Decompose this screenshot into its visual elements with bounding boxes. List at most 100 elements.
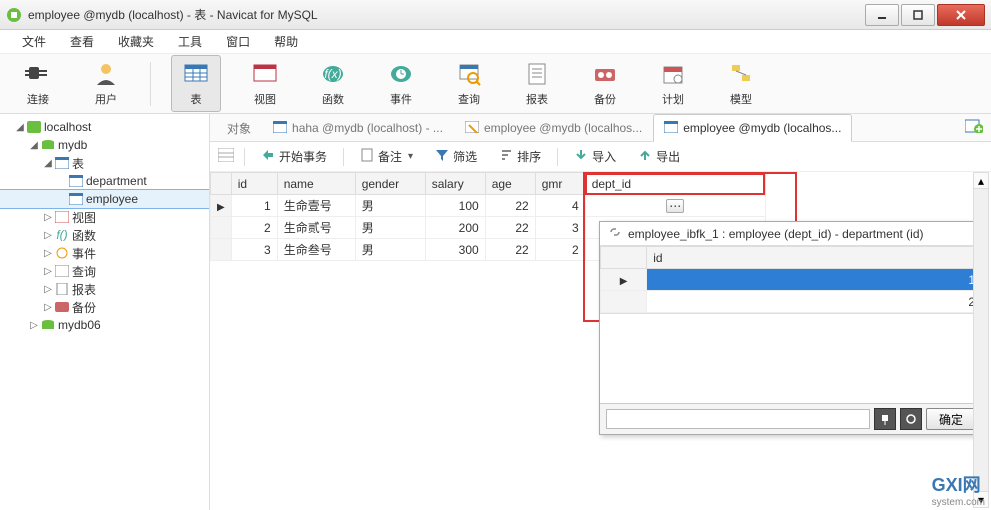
main-toolbar: 连接 用户 表 视图 f(x) 函数 事件 查询 报表 备份 计划 模型 [0, 54, 991, 114]
tree-tables-folder[interactable]: ◢ 表 [0, 154, 209, 172]
new-tab-icon[interactable] [965, 119, 983, 136]
tree-db2[interactable]: ▷ mydb06 [0, 316, 209, 334]
tree-table-department[interactable]: department [0, 172, 209, 190]
clock-icon [387, 60, 415, 88]
tool-label: 报表 [526, 91, 548, 107]
tree-host[interactable]: ◢ localhost [0, 118, 209, 136]
tool-user[interactable]: 用户 [82, 56, 130, 111]
plug-icon [24, 60, 52, 88]
expand-icon[interactable]: ▷ [42, 266, 54, 277]
close-button[interactable] [937, 4, 985, 26]
col-gmr[interactable]: gmr [535, 173, 585, 195]
fk-lookup-button[interactable]: ⋯ [666, 199, 684, 213]
col-name[interactable]: name [277, 173, 355, 195]
clock-icon [54, 246, 70, 260]
fk-ok-button[interactable]: 确定 [926, 408, 976, 430]
tool-label: 备份 [594, 91, 616, 107]
tool-label: 连接 [27, 91, 49, 107]
collapse-icon[interactable]: ◢ [14, 122, 26, 133]
fk-col[interactable]: id [647, 247, 982, 269]
begin-transaction-button[interactable]: 开始事务 [255, 146, 333, 167]
fk-detail-pane [600, 313, 982, 403]
filter-button[interactable]: 筛选 [429, 146, 483, 167]
vertical-scrollbar[interactable]: ▴ ▾ [973, 172, 989, 508]
table-icon [68, 192, 84, 206]
table-icon [664, 121, 678, 136]
tab-employee-2[interactable]: employee @mydb (localhos... [653, 114, 852, 142]
menu-window[interactable]: 窗口 [214, 33, 262, 50]
tab-objects[interactable]: 对象 [216, 114, 262, 141]
fk-popup-title: employee_ibfk_1 : employee (dept_id) - d… [600, 222, 982, 246]
link-icon [608, 226, 622, 241]
tool-label: 视图 [254, 91, 276, 107]
table-header-row: id name gender salary age gmr dept_id [211, 173, 991, 195]
col-salary[interactable]: salary [425, 173, 485, 195]
menu-file[interactable]: 文件 [10, 33, 58, 50]
tree-reports[interactable]: ▷ 报表 [0, 280, 209, 298]
menu-tools[interactable]: 工具 [166, 33, 214, 50]
tree-queries[interactable]: ▷ 查询 [0, 262, 209, 280]
import-button[interactable]: 导入 [568, 146, 622, 167]
svg-text:f(): f() [56, 229, 67, 241]
tool-backup[interactable]: 备份 [581, 56, 629, 111]
expand-icon[interactable]: ▷ [42, 212, 54, 223]
expand-icon[interactable]: ▷ [42, 302, 54, 313]
title-bar: employee @mydb (localhost) - 表 - Navicat… [0, 0, 991, 30]
col-gender[interactable]: gender [355, 173, 425, 195]
tree-views[interactable]: ▷ 视图 [0, 208, 209, 226]
window-title: employee @mydb (localhost) - 表 - Navicat… [28, 6, 863, 23]
expand-icon[interactable]: ▷ [28, 320, 40, 331]
expand-icon[interactable]: ▷ [42, 248, 54, 259]
fk-settings-button[interactable] [900, 408, 922, 430]
menu-view[interactable]: 查看 [58, 33, 106, 50]
fk-pin-button[interactable] [874, 408, 896, 430]
tool-function[interactable]: f(x) 函数 [309, 56, 357, 111]
fk-row[interactable]: 2 [601, 291, 982, 313]
edit-icon [465, 121, 479, 136]
col-dept-id[interactable]: dept_id [585, 173, 765, 195]
export-button[interactable]: 导出 [632, 146, 686, 167]
calendar-icon [659, 60, 687, 88]
table-row[interactable]: 1 生命壹号 男 100 22 4 ⋯ [211, 195, 991, 217]
collapse-icon[interactable]: ◢ [28, 140, 40, 151]
tree-table-employee[interactable]: employee [0, 190, 209, 208]
minimize-button[interactable] [865, 4, 899, 26]
grid-icon[interactable] [218, 148, 234, 165]
tree-events[interactable]: ▷ 事件 [0, 244, 209, 262]
menu-help[interactable]: 帮助 [262, 33, 310, 50]
tab-haha[interactable]: haha @mydb (localhost) - ... [262, 114, 454, 141]
col-age[interactable]: age [485, 173, 535, 195]
col-id[interactable]: id [231, 173, 277, 195]
editor-tabs: 对象 haha @mydb (localhost) - ... employee… [210, 114, 991, 142]
tool-label: 查询 [458, 91, 480, 107]
tool-query[interactable]: 查询 [445, 56, 493, 111]
tab-employee-1[interactable]: employee @mydb (localhos... [454, 114, 653, 141]
sort-button[interactable]: 排序 [493, 146, 547, 167]
fk-row[interactable]: 1 [601, 269, 982, 291]
tool-model[interactable]: 模型 [717, 56, 765, 111]
expand-icon[interactable]: ▷ [42, 284, 54, 295]
tree-functions[interactable]: ▷ f() 函数 [0, 226, 209, 244]
menu-favorites[interactable]: 收藏夹 [106, 33, 166, 50]
tool-connection[interactable]: 连接 [14, 56, 62, 111]
fk-search-input[interactable] [606, 409, 870, 429]
memo-button[interactable]: 备注▾ [354, 146, 419, 167]
fk-lookup-popup: employee_ibfk_1 : employee (dept_id) - d… [599, 221, 983, 435]
scroll-up-icon[interactable]: ▴ [974, 173, 988, 189]
tool-schedule[interactable]: 计划 [649, 56, 697, 111]
tree-db[interactable]: ◢ mydb [0, 136, 209, 154]
memo-icon [360, 148, 374, 165]
maximize-button[interactable] [901, 4, 935, 26]
expand-icon[interactable]: ▷ [42, 230, 54, 241]
svg-text:f(x): f(x) [324, 67, 341, 81]
connection-tree[interactable]: ◢ localhost ◢ mydb ◢ 表 department employ… [0, 114, 210, 510]
tool-report[interactable]: 报表 [513, 56, 561, 111]
tree-backups[interactable]: ▷ 备份 [0, 298, 209, 316]
tool-view[interactable]: 视图 [241, 56, 289, 111]
tool-label: 事件 [390, 91, 412, 107]
separator [150, 62, 151, 106]
data-grid[interactable]: id name gender salary age gmr dept_id 1 [210, 172, 991, 510]
tool-event[interactable]: 事件 [377, 56, 425, 111]
collapse-icon[interactable]: ◢ [42, 158, 54, 169]
tool-table[interactable]: 表 [171, 55, 221, 112]
